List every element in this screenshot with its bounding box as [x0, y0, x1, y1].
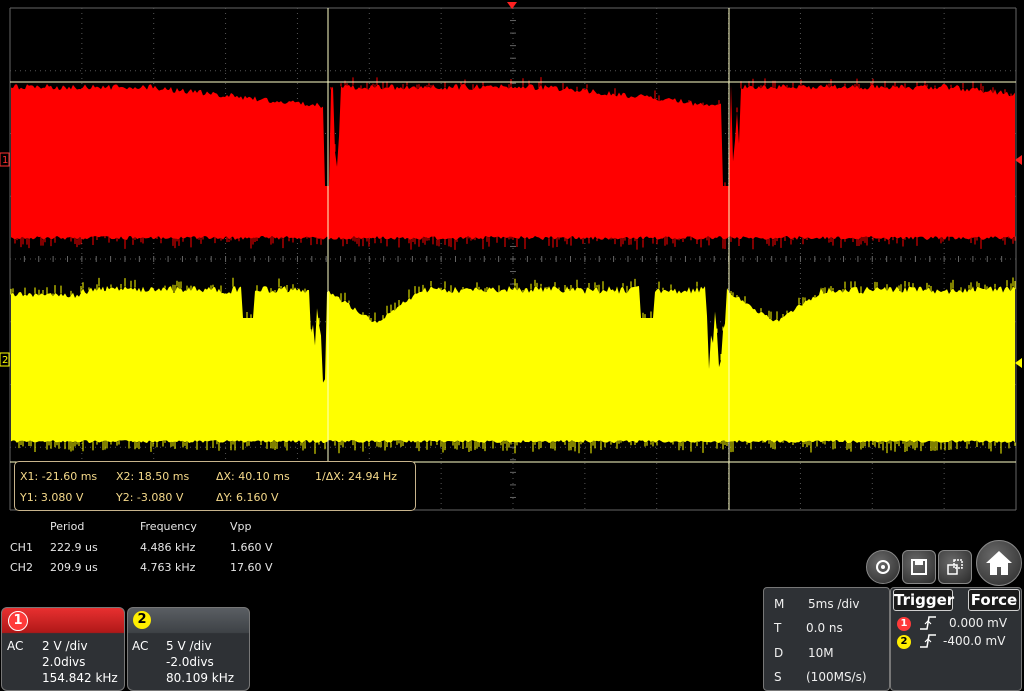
- measurement-table: Period Frequency Vpp CH1 222.9 us 4.486 …: [0, 518, 300, 578]
- svg-text:2: 2: [2, 355, 8, 366]
- trigger-ch1-level: 0.000 mV: [949, 616, 1008, 630]
- timebase-t-value: 0.0 ns: [806, 621, 843, 635]
- ch2-level-marker[interactable]: 2: [0, 352, 10, 367]
- channel-1-panel[interactable]: 1 AC 2 V /div 2.0divs 154.842 kHz: [1, 607, 125, 691]
- trigger-ch1-badge: 1: [897, 617, 911, 631]
- timebase-m-value: 5ms /div: [808, 597, 860, 611]
- cursor-x2-value: X2: 18.50 ms: [116, 470, 190, 483]
- cursor-x1-value: X1: -21.60 ms: [20, 470, 98, 483]
- timebase-d-label: D: [774, 646, 784, 660]
- ch2-scale: 5 V /div: [166, 639, 212, 653]
- meas-ch1-vpp: 1.660 V: [230, 541, 273, 554]
- timebase-s-label: S: [774, 670, 782, 684]
- timebase-m-label: M: [774, 597, 785, 611]
- channel-1-waveform: [11, 77, 1016, 250]
- meas-ch2-period: 209.9 us: [50, 561, 98, 574]
- channel-2-panel[interactable]: 2 AC 5 V /div -2.0divs 80.109 kHz: [127, 607, 250, 691]
- window-swap-icon[interactable]: [938, 550, 972, 584]
- svg-text:1: 1: [2, 155, 8, 166]
- ch1-frequency: 154.842 kHz: [42, 671, 118, 685]
- timebase-panel[interactable]: M 5ms /div T 0.0 ns D 10M S (100MS/s): [763, 587, 890, 691]
- timebase-s-value: (100MS/s): [806, 670, 867, 684]
- meas-ch1-frequency: 4.486 kHz: [140, 541, 196, 554]
- meas-ch1-label: CH1: [10, 541, 33, 554]
- timebase-d-value: 10M: [808, 646, 834, 660]
- trigger-ch2-badge: 2: [897, 635, 911, 649]
- cursor-y1-value: Y1: 3.080 V: [20, 491, 84, 504]
- rising-edge-icon-ch2: [920, 634, 936, 648]
- save-icon[interactable]: [902, 550, 936, 584]
- channel-1-badge: 1: [8, 611, 28, 631]
- cursor-inv-dx-value: 1/ΔX: 24.94 Hz: [315, 470, 398, 483]
- home-icon[interactable]: [976, 540, 1022, 586]
- ch2-offset: -2.0divs: [166, 655, 214, 669]
- meas-ch2-vpp: 17.60 V: [230, 561, 273, 574]
- trigger-button[interactable]: Trigger: [893, 589, 954, 611]
- ch2-coupling: AC: [132, 639, 149, 653]
- meas-header-period: Period: [50, 520, 85, 533]
- cursor-dy-value: ΔY: 6.160 V: [216, 491, 279, 504]
- cursor-y2-value: Y2: -3.080 V: [116, 491, 184, 504]
- ch2-frequency: 80.109 kHz: [166, 671, 235, 685]
- ch1-offset: 2.0divs: [42, 655, 86, 669]
- meas-ch1-period: 222.9 us: [50, 541, 98, 554]
- channel-2-waveform: [10, 277, 1016, 454]
- meas-header-vpp: Vpp: [230, 520, 252, 533]
- meas-ch2-frequency: 4.763 kHz: [140, 561, 196, 574]
- meas-ch2-label: CH2: [10, 561, 33, 574]
- trigger-ch2-level: -400.0 mV: [943, 634, 1006, 648]
- rising-edge-icon: [920, 616, 936, 630]
- meas-header-frequency: Frequency: [140, 520, 197, 533]
- trigger-panel: Trigger Force 1 0.000 mV 2 -400.0 mV: [890, 587, 1022, 691]
- channel-2-badge: 2: [133, 611, 151, 629]
- timebase-t-label: T: [774, 621, 782, 635]
- force-button[interactable]: Force: [968, 589, 1020, 611]
- settings-home-icon[interactable]: [866, 550, 900, 584]
- ch1-scale: 2 V /div: [42, 639, 88, 653]
- ch1-level-marker[interactable]: 1: [0, 152, 10, 167]
- cursor-dx-value: ΔX: 40.10 ms: [216, 470, 290, 483]
- cursor-readout-panel: X1: -21.60 ms X2: 18.50 ms ΔX: 40.10 ms …: [14, 461, 416, 511]
- ch1-coupling: AC: [7, 639, 24, 653]
